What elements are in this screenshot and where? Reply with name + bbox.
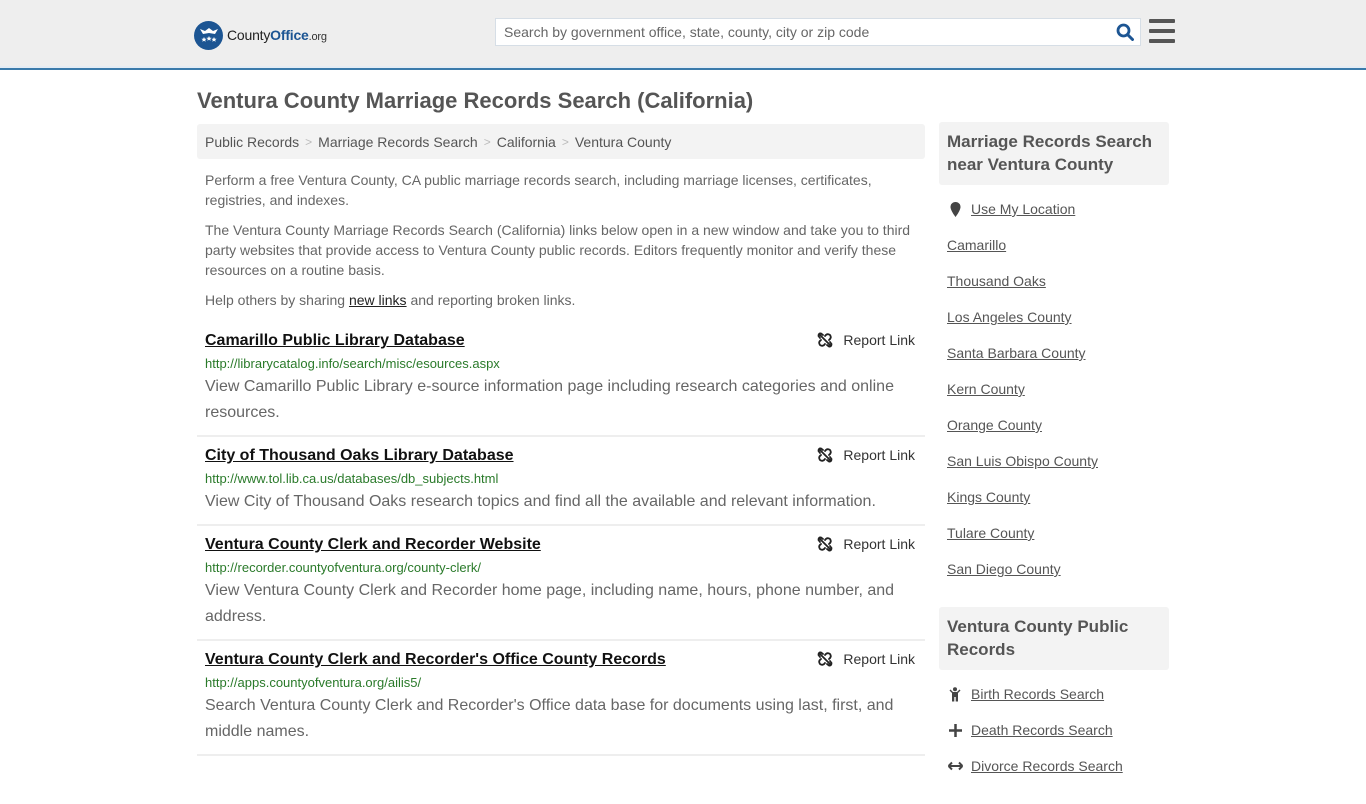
divorce-records-link[interactable]: Divorce Records Search: [971, 756, 1123, 776]
intro-text: Perform a free Ventura County, CA public…: [205, 170, 920, 320]
result-item: Camarillo Public Library Database Report…: [197, 322, 925, 437]
result-item: Ventura County Clerk and Recorder Websit…: [197, 526, 925, 641]
breadcrumb-public-records[interactable]: Public Records: [205, 134, 299, 150]
nearby-item: Orange County: [947, 415, 1169, 451]
public-records-list: Birth Records Search Death Records Searc…: [939, 670, 1169, 804]
result-url: http://recorder.countyofventura.org/coun…: [205, 560, 482, 575]
broken-link-icon: [818, 536, 833, 552]
site-logo[interactable]: CountyOffice.org: [194, 20, 327, 50]
nearby-item: Tulare County: [947, 523, 1169, 559]
hamburger-menu-icon[interactable]: [1149, 19, 1175, 43]
search-bar: [495, 18, 1141, 46]
breadcrumb-separator: >: [561, 134, 569, 149]
eagle-stars-logo-icon: [194, 20, 223, 50]
intro-text-fragment: Help others by sharing: [205, 292, 349, 308]
breadcrumb-california[interactable]: California: [497, 134, 556, 150]
public-records-heading: Ventura County Public Records: [939, 607, 1169, 670]
menu-bar: [1149, 29, 1175, 33]
logo-word-county: County: [227, 27, 271, 43]
top-header: CountyOffice.org: [0, 0, 1366, 70]
page-title: Ventura County Marriage Records Search (…: [197, 88, 754, 113]
intro-text-fragment: and reporting broken links.: [406, 292, 576, 308]
menu-bar: [1149, 19, 1175, 23]
arrows-horizontal-icon: [947, 756, 963, 776]
nearby-link-los-angeles-county[interactable]: Los Angeles County: [947, 307, 1072, 327]
logo-wordmark: CountyOffice.org: [227, 27, 327, 43]
use-my-location-link[interactable]: Use My Location: [971, 199, 1075, 219]
birth-records-link[interactable]: Birth Records Search: [971, 684, 1104, 704]
logo-word-org: .org: [308, 31, 327, 43]
result-description: Search Ventura County Clerk and Recorder…: [205, 697, 894, 740]
nearby-item: Los Angeles County: [947, 307, 1169, 343]
report-link-label: Report Link: [843, 651, 915, 667]
public-records-item: Birth Records Search: [947, 684, 1169, 720]
broken-link-icon: [818, 332, 833, 348]
result-title-link[interactable]: City of Thousand Oaks Library Database: [205, 445, 514, 467]
nearby-link-orange-county[interactable]: Orange County: [947, 415, 1042, 435]
result-description: View Ventura County Clerk and Recorder h…: [205, 582, 895, 625]
search-input[interactable]: [496, 19, 1110, 45]
map-marker-icon: [947, 199, 963, 219]
nearby-link-san-luis-obispo-county[interactable]: San Luis Obispo County: [947, 451, 1098, 471]
intro-paragraph-2: The Ventura County Marriage Records Sear…: [205, 222, 911, 278]
search-button[interactable]: [1110, 19, 1140, 45]
result-url: http://www.tol.lib.ca.us/databases/db_su…: [205, 471, 499, 486]
result-item: City of Thousand Oaks Library Database R…: [197, 437, 925, 526]
broken-link-icon: [818, 651, 833, 667]
new-links-link[interactable]: new links: [349, 292, 407, 308]
report-link-label: Report Link: [843, 447, 915, 463]
report-link-button[interactable]: Report Link: [817, 447, 915, 463]
nearby-link-tulare-county[interactable]: Tulare County: [947, 523, 1034, 543]
report-link-label: Report Link: [843, 332, 915, 348]
result-url: http://librarycatalog.info/search/misc/e…: [205, 356, 500, 371]
breadcrumb-ventura-county[interactable]: Ventura County: [575, 134, 672, 150]
nearby-item: Santa Barbara County: [947, 343, 1169, 379]
public-records-item: Death Records Search: [947, 720, 1169, 756]
nearby-link-santa-barbara-county[interactable]: Santa Barbara County: [947, 343, 1086, 363]
nearby-item: Camarillo: [947, 235, 1169, 271]
nearby-link-kings-county[interactable]: Kings County: [947, 487, 1030, 507]
intro-paragraph-3: Help others by sharing new links and rep…: [205, 290, 920, 310]
cross-icon: [947, 720, 963, 740]
broken-link-icon: [818, 447, 833, 463]
nearby-item: Thousand Oaks: [947, 271, 1169, 307]
result-title-link[interactable]: Ventura County Clerk and Recorder's Offi…: [205, 649, 666, 671]
child-icon: [947, 684, 963, 704]
nearby-link-kern-county[interactable]: Kern County: [947, 379, 1025, 399]
result-title-link[interactable]: Camarillo Public Library Database: [205, 330, 465, 352]
result-description: View City of Thousand Oaks research topi…: [205, 493, 876, 510]
nearby-list: Use My Location Camarillo Thousand Oaks …: [939, 185, 1169, 607]
nearby-item: San Diego County: [947, 559, 1169, 595]
nearby-link-camarillo[interactable]: Camarillo: [947, 235, 1006, 255]
nearby-link-thousand-oaks[interactable]: Thousand Oaks: [947, 271, 1046, 291]
report-link-button[interactable]: Report Link: [817, 332, 915, 348]
sidebar: Marriage Records Search near Ventura Cou…: [939, 122, 1169, 804]
nearby-item: Kern County: [947, 379, 1169, 415]
result-item: Ventura County Clerk and Recorder's Offi…: [197, 641, 925, 756]
nearby-item: San Luis Obispo County: [947, 451, 1169, 487]
use-location-item: Use My Location: [947, 199, 1169, 235]
report-link-label: Report Link: [843, 536, 915, 552]
breadcrumb: Public Records > Marriage Records Search…: [197, 124, 925, 159]
death-records-link[interactable]: Death Records Search: [971, 720, 1113, 740]
logo-word-office: Office: [270, 27, 309, 43]
result-title-link[interactable]: Ventura County Clerk and Recorder Websit…: [205, 534, 541, 556]
report-link-button[interactable]: Report Link: [817, 651, 915, 667]
menu-bar: [1149, 39, 1175, 43]
result-url: http://apps.countyofventura.org/ailis5/: [205, 675, 422, 690]
search-icon: [1116, 23, 1134, 41]
nearby-link-san-diego-county[interactable]: San Diego County: [947, 559, 1061, 579]
results-list: Camarillo Public Library Database Report…: [197, 322, 925, 756]
breadcrumb-separator: >: [305, 134, 313, 149]
public-records-item: Divorce Records Search: [947, 756, 1169, 792]
report-link-button[interactable]: Report Link: [817, 536, 915, 552]
breadcrumb-separator: >: [483, 134, 491, 149]
result-description: View Camarillo Public Library e-source i…: [205, 378, 894, 421]
breadcrumb-marriage-records-search[interactable]: Marriage Records Search: [318, 134, 478, 150]
nearby-heading: Marriage Records Search near Ventura Cou…: [939, 122, 1169, 185]
nearby-item: Kings County: [947, 487, 1169, 523]
intro-paragraph-1: Perform a free Ventura County, CA public…: [205, 172, 872, 208]
